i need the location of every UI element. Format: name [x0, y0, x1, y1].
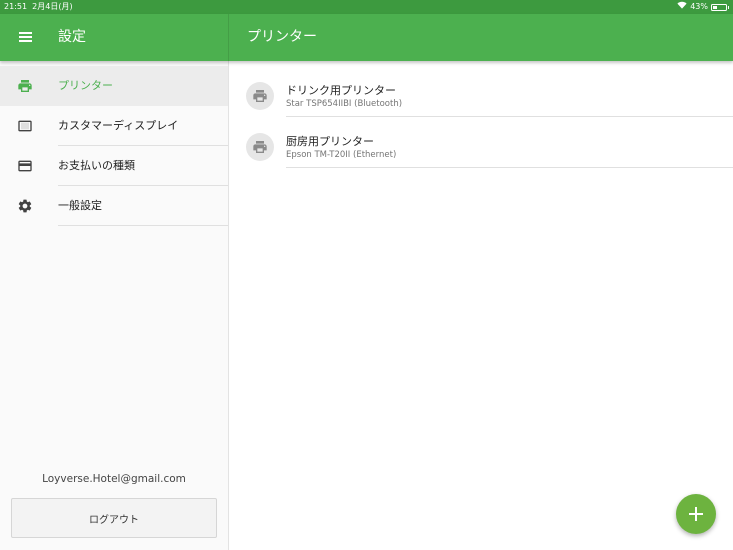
- credit-card-icon: [17, 158, 33, 174]
- display-icon: [17, 118, 33, 134]
- status-time: 21:51: [4, 2, 28, 11]
- logout-button[interactable]: ログアウト: [11, 498, 217, 538]
- status-date: 2月4日(月): [32, 2, 73, 11]
- app-bar: 設定 プリンター: [0, 14, 733, 61]
- printer-icon: [246, 82, 274, 110]
- printer-name: ドリンク用プリンター: [286, 84, 396, 97]
- add-printer-button[interactable]: [676, 494, 716, 534]
- status-indicators: 43%: [677, 0, 729, 14]
- printer-name: 厨房用プリンター: [286, 135, 374, 148]
- battery-icon: [711, 3, 729, 11]
- printer-icon: [246, 133, 274, 161]
- sidebar-item-label: プリンター: [58, 79, 113, 92]
- status-bar: 21:51 2月4日(月) 43%: [0, 0, 733, 14]
- sidebar-item-printers[interactable]: プリンター: [0, 66, 228, 106]
- page-title: プリンター: [247, 29, 317, 45]
- wifi-icon: [677, 0, 687, 14]
- list-item-printer[interactable]: 厨房用プリンター Epson TM-T20II (Ethernet): [229, 117, 733, 168]
- sidebar-item-label: お支払いの種類: [58, 159, 135, 172]
- gear-icon: [17, 198, 33, 214]
- printer-detail: Epson TM-T20II (Ethernet): [286, 150, 397, 160]
- sidebar: プリンター カスタマーディスプレイ お支払いの種類 一般設定 Loyverse.…: [0, 61, 229, 550]
- divider: [286, 167, 733, 168]
- battery-percent: 43%: [690, 2, 708, 11]
- app-bar-left: 設定: [0, 14, 229, 61]
- menu-icon[interactable]: [18, 29, 34, 45]
- sidebar-item-label: カスタマーディスプレイ: [58, 119, 179, 132]
- account-email: Loyverse.Hotel@gmail.com: [42, 473, 186, 485]
- list-item-printer[interactable]: ドリンク用プリンター Star TSP654IIBI (Bluetooth): [229, 66, 733, 117]
- divider: [58, 225, 228, 226]
- sidebar-item-customer-display[interactable]: カスタマーディスプレイ: [0, 106, 228, 146]
- printer-icon: [17, 78, 33, 94]
- sidebar-item-general-settings[interactable]: 一般設定: [0, 186, 228, 226]
- printer-list: ドリンク用プリンター Star TSP654IIBI (Bluetooth) 厨…: [229, 61, 733, 550]
- printer-detail: Star TSP654IIBI (Bluetooth): [286, 99, 403, 109]
- app-title: 設定: [58, 29, 86, 45]
- battery-level: [713, 5, 718, 9]
- sidebar-item-payment-types[interactable]: お支払いの種類: [0, 146, 228, 186]
- sidebar-item-label: 一般設定: [58, 199, 102, 212]
- status-time-date: 21:51 2月4日(月): [4, 0, 73, 14]
